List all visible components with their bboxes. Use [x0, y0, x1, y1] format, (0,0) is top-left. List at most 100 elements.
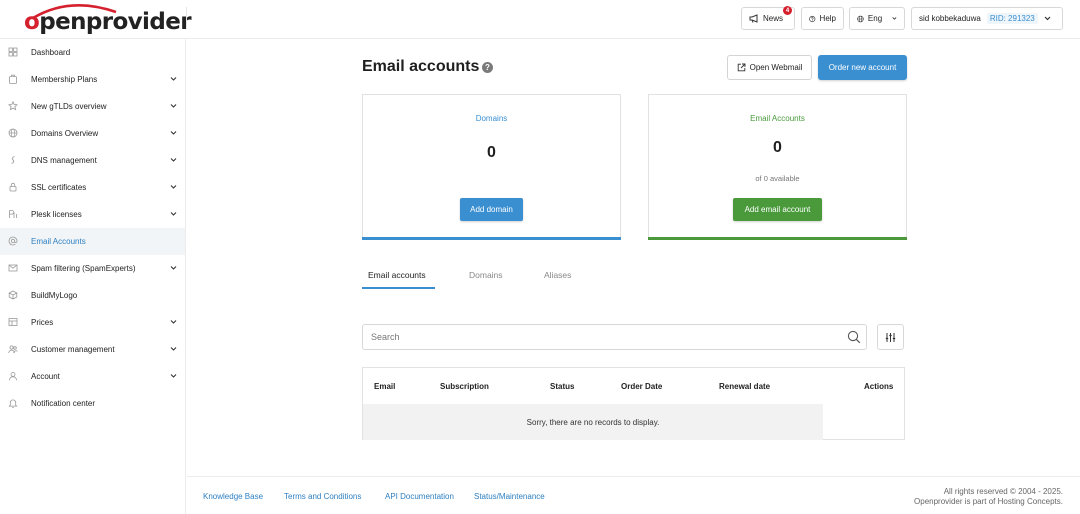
column-header-renewal-date[interactable]: Renewal date — [719, 382, 770, 391]
copyright-line-2: Openprovider is part of Hosting Concepts… — [914, 497, 1063, 506]
domains-card: Domains 0 Add domain — [362, 94, 621, 240]
active-tab-indicator — [362, 287, 435, 289]
news-button[interactable]: News 4 — [741, 6, 795, 30]
column-header-email[interactable]: Email — [374, 382, 395, 391]
sidebar-item-dashboard[interactable]: Dashboard — [0, 39, 185, 66]
sidebar-item-label: Plesk licenses — [31, 210, 82, 219]
chevron-down-icon — [170, 104, 177, 108]
sidebar-item-dns-management[interactable]: DNS management — [0, 147, 185, 174]
sidebar-item-account[interactable]: Account — [0, 363, 185, 390]
chevron-down-icon — [1044, 16, 1051, 21]
column-header-order-date[interactable]: Order Date — [621, 382, 662, 391]
column-header-status[interactable]: Status — [550, 382, 574, 391]
news-label: News — [763, 14, 784, 23]
domains-card-accent-bar — [362, 237, 621, 240]
globe-icon — [8, 128, 18, 138]
open-webmail-label: Open Webmail — [749, 63, 803, 72]
filter-settings-button[interactable] — [877, 324, 904, 350]
dns-icon — [11, 156, 15, 164]
add-email-account-button[interactable]: Add email account — [733, 198, 822, 221]
customers-icon — [8, 345, 18, 354]
chevron-down-icon — [170, 212, 177, 216]
logo-text: openprovider — [24, 9, 192, 35]
email-accounts-count: 0 — [773, 139, 782, 156]
language-selector[interactable]: Eng — [849, 7, 905, 30]
sidebar-item-buildmylogo[interactable]: BuildMyLogo — [0, 282, 185, 309]
help-label: Help — [819, 14, 836, 23]
question-circle-icon — [809, 15, 816, 22]
domains-count: 0 — [487, 144, 496, 161]
top-header: openprovider News 4 Help Eng sid kobbeka… — [0, 0, 1080, 39]
sidebar-item-prices[interactable]: Prices — [0, 309, 185, 336]
sidebar-item-label: Spam filtering (SpamExperts) — [31, 264, 136, 273]
chevron-down-icon — [170, 374, 177, 378]
email-accounts-available: of 0 available — [755, 174, 800, 183]
user-icon — [9, 372, 17, 381]
sidebar-item-notification-center[interactable]: Notification center — [0, 390, 185, 417]
sidebar-item-plesk-licenses[interactable]: Plesk licenses — [0, 201, 185, 228]
globe-icon — [857, 15, 864, 22]
tab-aliases[interactable]: Aliases — [544, 270, 571, 280]
footer-link-knowledge-base[interactable]: Knowledge Base — [203, 492, 263, 501]
sidebar-item-new-gtlds[interactable]: New gTLDs overview — [0, 93, 185, 120]
open-webmail-button[interactable]: Open Webmail — [727, 55, 812, 80]
sidebar-item-label: DNS management — [31, 156, 97, 165]
openprovider-logo[interactable]: openprovider — [24, 3, 192, 37]
search-icon[interactable] — [847, 330, 861, 344]
chevron-down-icon — [170, 266, 177, 270]
chevron-down-icon — [170, 320, 177, 324]
column-header-subscription[interactable]: Subscription — [440, 382, 489, 391]
email-card-accent-bar — [648, 237, 907, 240]
tab-domains[interactable]: Domains — [469, 270, 503, 280]
add-domain-button[interactable]: Add domain — [460, 198, 523, 221]
footer-link-status[interactable]: Status/Maintenance — [474, 492, 545, 501]
logo-rest: penprovider — [39, 9, 191, 35]
sidebar-item-label: Notification center — [31, 399, 96, 408]
domains-card-label: Domains — [475, 114, 508, 123]
order-new-account-button[interactable]: Order new account — [818, 55, 907, 80]
sidebar-item-spam-filtering[interactable]: Spam filtering (SpamExperts) — [0, 255, 185, 282]
chevron-down-icon — [170, 185, 177, 189]
sidebar-item-customer-management[interactable]: Customer management — [0, 336, 185, 363]
star-icon — [8, 101, 18, 111]
help-tooltip-icon[interactable]: ? — [482, 62, 493, 73]
user-menu[interactable]: sid kobbekaduwa RID: 291323 — [911, 7, 1063, 30]
sidebar: Dashboard Membership Plans New gTLDs ove… — [0, 39, 186, 514]
sidebar-item-label: Membership Plans — [31, 75, 98, 84]
lock-icon — [9, 182, 17, 192]
cube-icon — [8, 290, 18, 300]
chevron-down-icon — [892, 17, 897, 20]
sidebar-item-email-accounts[interactable]: Email Accounts — [0, 228, 185, 255]
sidebar-item-label: Dashboard — [31, 48, 71, 57]
footer-link-api-docs[interactable]: API Documentation — [385, 492, 454, 501]
help-button[interactable]: Help — [801, 7, 844, 30]
email-accounts-card-label: Email Accounts — [750, 114, 805, 123]
at-icon — [8, 236, 18, 246]
dashboard-icon — [8, 47, 18, 57]
chevron-down-icon — [170, 347, 177, 351]
empty-table-message: Sorry, there are no records to display. — [526, 418, 660, 427]
footer-divider — [187, 476, 1080, 477]
tab-email-accounts[interactable]: Email accounts — [368, 270, 426, 280]
megaphone-icon — [749, 14, 758, 23]
sidebar-item-label: Domains Overview — [31, 129, 99, 138]
sidebar-item-domains-overview[interactable]: Domains Overview — [0, 120, 185, 147]
sidebar-item-label: SSL certificates — [31, 183, 87, 192]
email-accounts-table: Email Subscription Status Order Date Ren… — [362, 367, 905, 440]
sidebar-item-ssl-certificates[interactable]: SSL certificates — [0, 174, 185, 201]
bell-icon — [8, 399, 18, 408]
copyright-line-1: All rights reserved © 2004 - 2025. — [943, 487, 1063, 496]
header-divider — [186, 7, 187, 29]
footer-link-terms[interactable]: Terms and Conditions — [284, 492, 361, 501]
prices-icon — [8, 318, 18, 326]
search-input[interactable] — [362, 324, 867, 350]
external-link-icon — [737, 63, 746, 72]
page-title: Email accounts — [362, 58, 480, 75]
sidebar-item-label: Email Accounts — [31, 237, 86, 246]
plesk-icon — [9, 210, 17, 218]
mail-icon — [8, 264, 18, 272]
chevron-down-icon — [170, 158, 177, 162]
news-count-badge: 4 — [783, 6, 792, 15]
sidebar-item-label: New gTLDs overview — [31, 102, 107, 111]
sidebar-item-membership-plans[interactable]: Membership Plans — [0, 66, 185, 93]
